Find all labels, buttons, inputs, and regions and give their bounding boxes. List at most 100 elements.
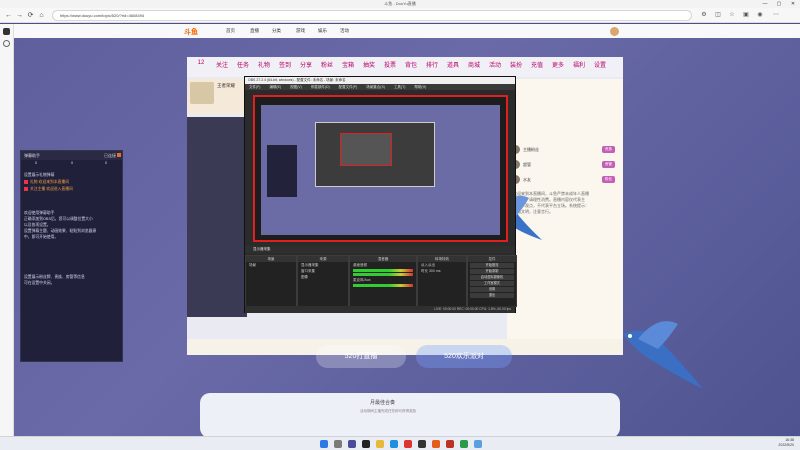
room-toolbar-item[interactable]: 12 [193,60,209,74]
home-button[interactable]: ⌂ [37,11,46,20]
file-explorer-icon[interactable] [376,440,384,448]
room-toolbar-item[interactable]: 关注 [214,60,230,74]
search-icon[interactable] [334,440,342,448]
edge-browser-icon[interactable] [390,440,398,448]
task-view-icon[interactable] [348,440,356,448]
favorites-icon[interactable]: ☆ [728,11,736,19]
nav-item-activity[interactable]: 活动 [340,28,349,34]
obs-menu-docks[interactable]: 停靠部件(D) [311,85,330,89]
chat-user-row[interactable]: 主播粉丝 贵族 [511,144,621,156]
transitions-dock: 转场特效 淡入淡出 时长 300 ms [417,255,467,307]
room-toolbar-item[interactable]: 充值 [529,60,545,74]
nav-item-home[interactable]: 首页 [226,28,235,34]
room-toolbar-item[interactable]: 投票 [382,60,398,74]
more-menu-icon[interactable]: ⋯ [772,11,780,19]
room-toolbar-item[interactable]: 任务 [235,60,251,74]
room-toolbar-item[interactable]: 粉丝 [319,60,335,74]
left-video-area [187,117,247,317]
close-window-button[interactable]: ✕ [786,0,800,8]
room-toolbar-item[interactable]: 宝箱 [340,60,356,74]
reading-mode-icon[interactable]: ◫ [714,11,722,19]
window-title: 斗鱼 - DouYu直播 [384,1,416,6]
obs-menu-profile[interactable]: 配置文件(P) [339,85,358,89]
obs-menu-help[interactable]: 帮助(H) [414,85,426,89]
address-bar[interactable]: https://www.douyu.com/topic/520/?rid=460… [52,10,692,21]
room-toolbar-item[interactable]: 道具 [445,60,461,74]
app-icon[interactable] [432,440,440,448]
streamer-avatar[interactable] [190,82,214,104]
audio-meter [353,273,413,276]
extension-icon[interactable]: ⚙ [700,11,708,19]
room-toolbar-item[interactable]: 背包 [403,60,419,74]
app-icon[interactable] [446,440,454,448]
source-item[interactable]: 图像 [298,274,348,280]
sidebar-search-icon[interactable] [3,40,10,47]
obs-menu-scene-collection[interactable]: 场景集合(S) [366,85,385,89]
source-name[interactable]: 显示器采集 [253,247,271,251]
room-toolbar-item[interactable]: 设置 [592,60,608,74]
room-toolbar-item[interactable]: 商城 [466,60,482,74]
forward-button[interactable]: → [15,11,24,20]
preview-capture [261,105,500,235]
room-toolbar-item[interactable]: 活动 [487,60,503,74]
chat-user-row[interactable]: 水友 粉丝 [511,174,621,186]
obs-menubar: 文件(F) 编辑(E) 视图(V) 停靠部件(D) 配置文件(P) 场景集合(S… [245,84,515,90]
obs-preview[interactable] [253,95,508,242]
collections-icon[interactable]: ▣ [742,11,750,19]
app-icon[interactable] [418,440,426,448]
tab-520-live[interactable]: 520打直播 [316,345,406,368]
panel-message: 可在设置中关闭。 [24,281,55,285]
reload-button[interactable]: ⟳ [26,11,35,20]
settings-button[interactable]: 设置 [470,287,514,292]
nav-item-game[interactable]: 游戏 [296,28,305,34]
tab-520-party[interactable]: 520欢乐派对 [416,345,512,368]
obs-menu-file[interactable]: 文件(F) [249,85,260,89]
user-avatar[interactable] [610,27,619,36]
room-toolbar-item[interactable]: 抽奖 [361,60,377,74]
exit-button[interactable]: 退出 [470,293,514,298]
obs-source-toolbar: 显示器采集 [245,246,515,253]
app-icon[interactable] [474,440,482,448]
site-header: 斗鱼 首页 直播 分类 游戏 娱乐 活动 [14,24,800,38]
scene-item[interactable]: 场景 [246,262,296,268]
start-streaming-button[interactable]: 开始推流 [470,263,514,268]
chat-user-row[interactable]: 超管 房管 [511,159,621,171]
preview-nested-window [315,122,435,187]
preview-nested-window [340,133,392,166]
transition-duration[interactable]: 时长 300 ms [418,268,466,274]
event-subtitle: 活动期间主播完成任务即可获得奖励 [360,409,416,413]
site-logo[interactable]: 斗鱼 [184,27,198,37]
room-toolbar-item[interactable]: 签到 [277,60,293,74]
maximize-button[interactable]: ▢ [772,0,786,8]
room-toolbar-item[interactable]: 装扮 [508,60,524,74]
studio-mode-button[interactable]: 工作室模式 [470,281,514,286]
room-toolbar-item[interactable]: 福利 [571,60,587,74]
obs-app-icon[interactable] [362,440,370,448]
start-menu-icon[interactable] [320,440,328,448]
nav-item-entertain[interactable]: 娱乐 [318,28,327,34]
lock-icon[interactable] [117,153,121,157]
room-toolbar-item[interactable]: 礼物 [256,60,272,74]
obs-titlebar: OBS 27.2.4 (64-bit, windows) - 配置文件: 未命名… [245,77,515,84]
room-toolbar-item[interactable]: 分享 [298,60,314,74]
virtual-camera-button[interactable]: 启动虚拟摄像机 [470,275,514,280]
obs-menu-edit[interactable]: 编辑(E) [269,85,281,89]
app-icon[interactable] [460,440,468,448]
profile-icon[interactable]: ◉ [756,11,764,19]
obs-menu-tools[interactable]: 工具(T) [394,85,405,89]
start-recording-button[interactable]: 开始录制 [470,269,514,274]
stat-value: 0 [35,161,38,165]
minimize-button[interactable]: — [758,0,772,8]
app-icon[interactable] [404,440,412,448]
back-button[interactable]: ← [4,11,13,20]
danmaku-assistant-panel: 弹幕助手 已连接 0 0 0 设置展示礼物弹幕 礼物 欢迎来到本直播间 关注主播… [20,150,123,362]
streamer-name[interactable]: 王者荣耀 [217,83,235,89]
obs-menu-view[interactable]: 视图(V) [290,85,302,89]
nav-item-live[interactable]: 直播 [250,28,259,34]
room-toolbar-item[interactable]: 更多 [550,60,566,74]
event-card: 月最佳合奏 活动期间主播完成任务即可获得奖励 [200,393,620,436]
room-toolbar-item[interactable]: 排行 [424,60,440,74]
nav-item-category[interactable]: 分类 [272,28,281,34]
sidebar-app-icon[interactable] [3,28,10,35]
system-clock[interactable]: 16:38 2022/5/20 [778,438,794,448]
